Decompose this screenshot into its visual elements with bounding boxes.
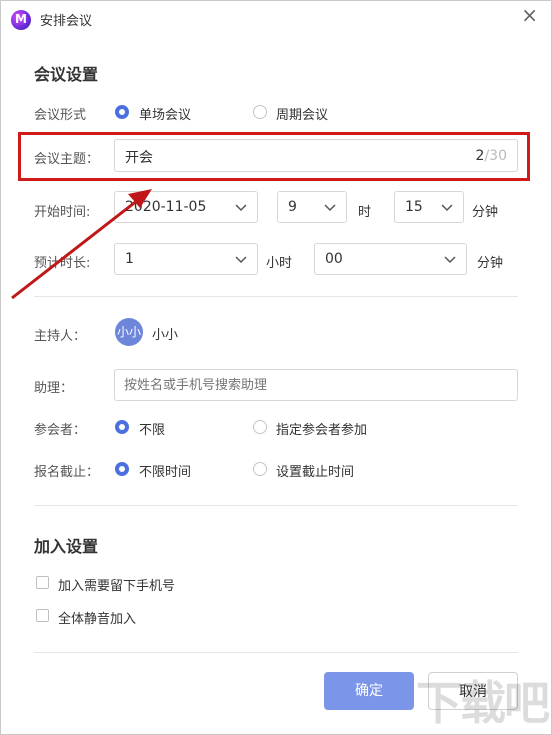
annotation-arrow-icon [11, 189, 152, 300]
watermark-logo: 下载吧 [416, 676, 550, 730]
